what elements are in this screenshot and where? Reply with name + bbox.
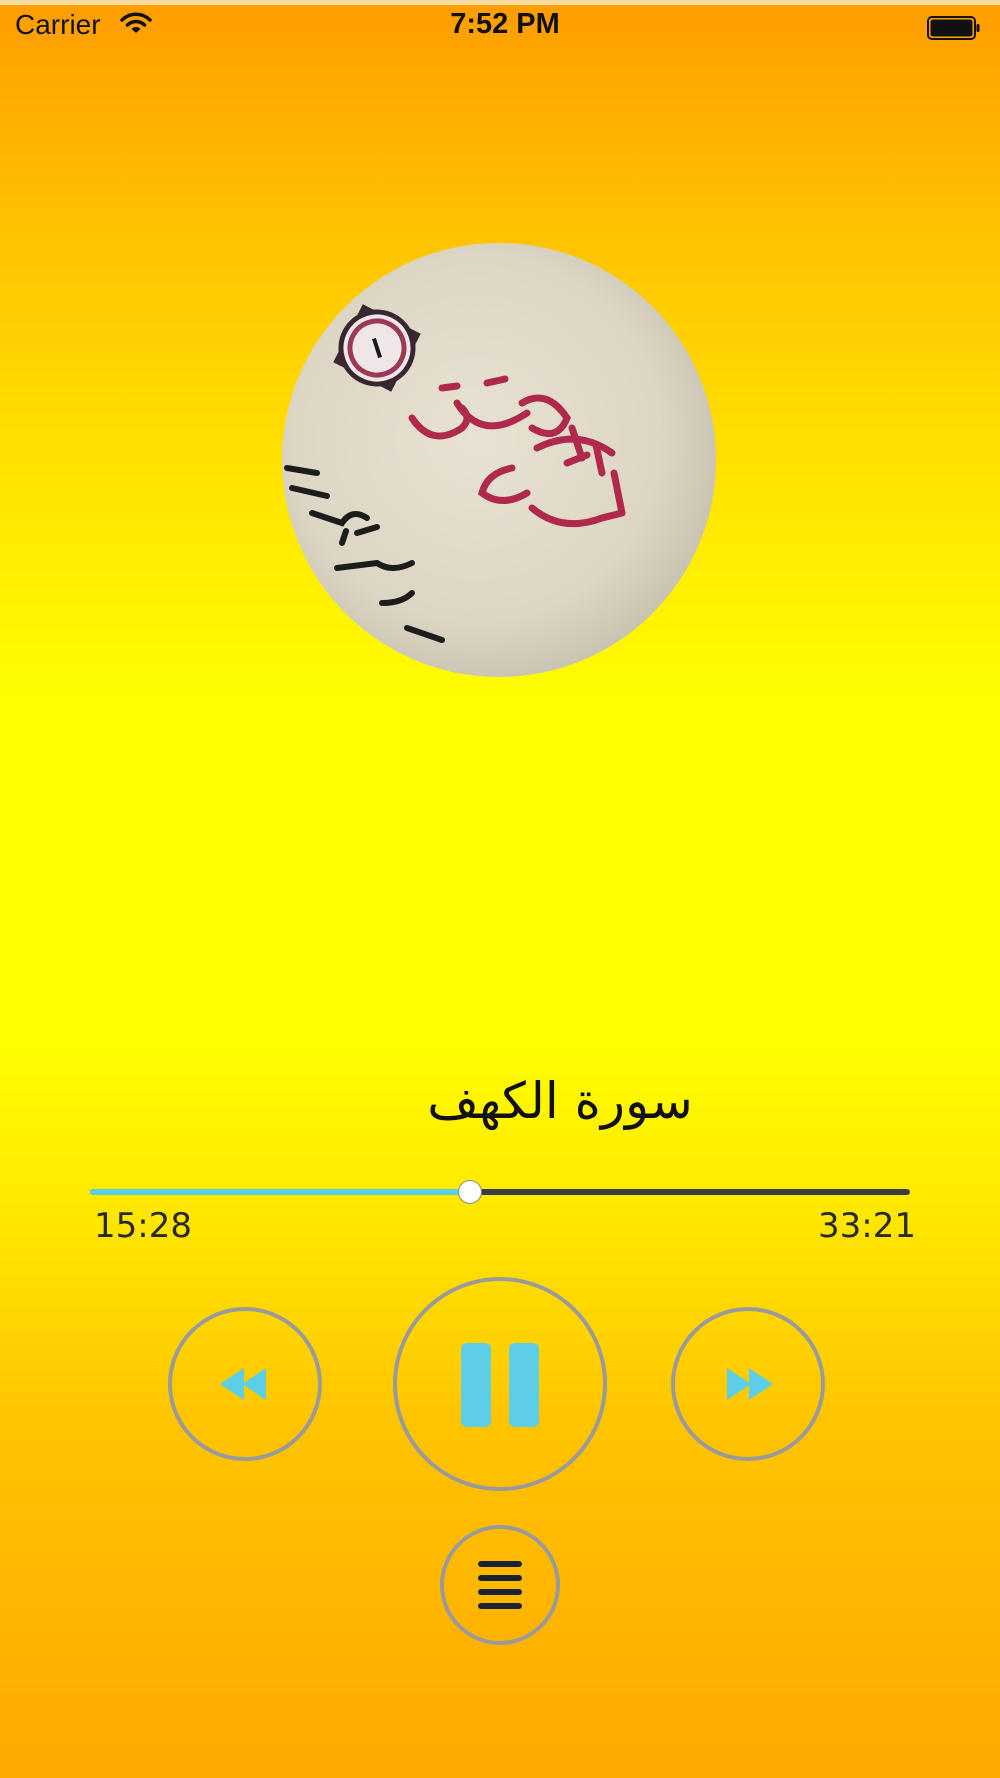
player-screen: Carrier 7:52 PM سورة الكهف 15:28 33:21 [0,0,1000,1778]
clock: 7:52 PM [450,8,560,40]
album-artwork [282,243,716,677]
track-title: سورة الكهف [427,1072,693,1130]
total-time: 33:21 [818,1206,916,1246]
play-pause-button[interactable] [393,1277,607,1491]
battery-icon [927,16,980,40]
status-bar: Carrier 7:52 PM [0,5,1000,51]
pause-icon [461,1343,539,1427]
fast-forward-icon [727,1368,773,1400]
playlist-menu-button[interactable] [440,1525,560,1645]
rewind-icon [220,1368,266,1400]
elapsed-time: 15:28 [94,1206,192,1246]
menu-icon [478,1561,522,1609]
progress-thumb[interactable] [458,1180,482,1204]
fast-forward-button[interactable] [671,1307,825,1461]
progress-slider[interactable] [90,1180,910,1204]
progress-fill [90,1189,470,1195]
quran-page-image [282,243,716,677]
rewind-button[interactable] [168,1307,322,1461]
